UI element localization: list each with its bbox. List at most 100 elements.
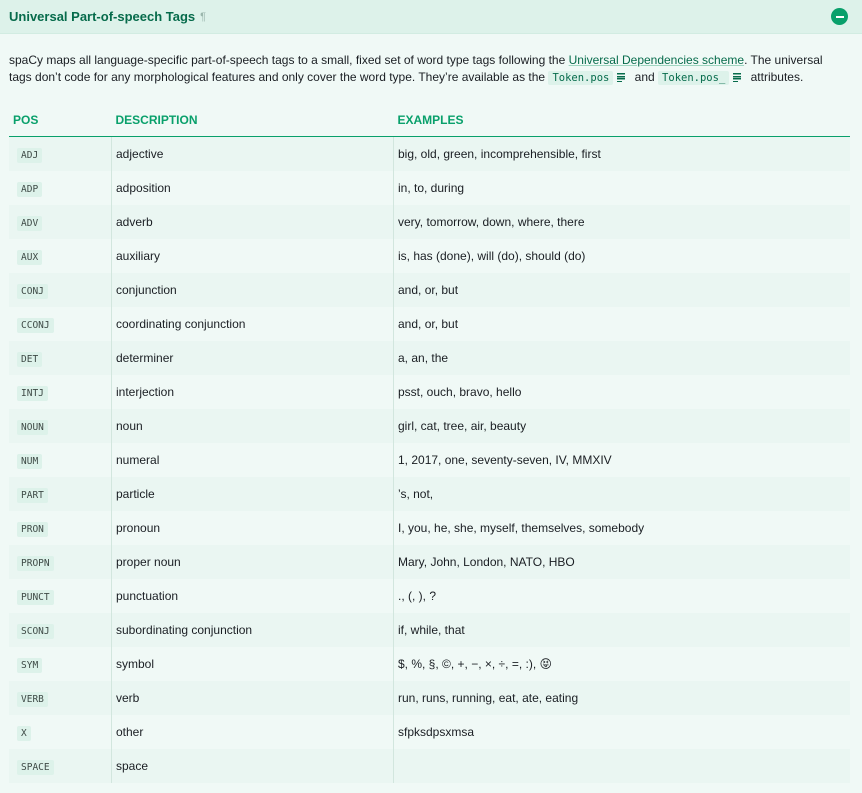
- examples-cell: girl, cat, tree, air, beauty: [398, 418, 527, 433]
- description-cell: space: [111, 748, 394, 783]
- col-header-pos: POS: [9, 103, 112, 137]
- pos-cell: NOUN: [9, 408, 112, 443]
- pos-tag: PUNCT: [17, 589, 54, 605]
- intro-paragraph: spaCy maps all language-specific part-of…: [9, 52, 839, 87]
- pos-cell: PUNCT: [9, 578, 112, 613]
- examples-cell: psst, ouch, bravo, hello: [398, 384, 522, 399]
- pos-tag: CONJ: [17, 283, 48, 299]
- table-row: ADJ adjective big, old, green, incomprehen…: [9, 136, 850, 171]
- pos-tag: PART: [17, 487, 48, 503]
- table-row: PUNCT punctuation ., (, ), ?: [9, 578, 850, 613]
- minus-icon: [835, 15, 844, 18]
- description-cell: subordinating conjunction: [111, 612, 394, 647]
- pos-tag: CCONJ: [17, 317, 54, 333]
- pos-tag: ADJ: [17, 147, 43, 163]
- doc-icon[interactable]: [733, 73, 742, 83]
- pos-tag: ADV: [17, 215, 43, 231]
- pos-cell: VERB: [9, 680, 112, 715]
- pos-cell: NUM: [9, 442, 112, 477]
- pos-tag: SYM: [17, 657, 43, 673]
- table-row: SPACE space: [9, 748, 851, 783]
- description-cell: auxiliary: [111, 238, 394, 273]
- description-cell: determiner: [111, 340, 394, 375]
- doc-icon[interactable]: [617, 73, 626, 83]
- pos-cell: SPACE: [9, 748, 112, 783]
- table-row: NUM numeral 1, 2017, one, seventy-seven, I…: [9, 442, 850, 477]
- pos-tag: X: [17, 725, 31, 741]
- description-cell: symbol: [111, 646, 394, 681]
- examples-cell: I, you, he, she, myself, themselves, som…: [398, 520, 645, 535]
- examples-cell: a, an, the: [398, 350, 449, 365]
- examples-cell: [394, 749, 851, 783]
- description-cell: proper noun: [111, 544, 394, 579]
- table-row: CONJ conjunction and, or, but: [9, 272, 850, 307]
- description-cell: adverb: [111, 204, 394, 239]
- table-row: INTJ interjection psst, ouch, bravo, hello: [9, 374, 850, 409]
- description-cell: noun: [111, 408, 394, 443]
- description-cell: adposition: [111, 170, 394, 205]
- token-pos-code[interactable]: Token.pos: [548, 71, 614, 85]
- pos-tag: SCONJ: [17, 623, 54, 639]
- pos-tag: NUM: [17, 453, 43, 469]
- description-cell: punctuation: [111, 578, 394, 613]
- examples-cell: is, has (done), will (do), should (do): [398, 248, 586, 263]
- description-cell: pronoun: [111, 510, 394, 545]
- examples-cell: big, old, green, incomprehensible, first: [398, 146, 601, 161]
- examples-cell: 1, 2017, one, seventy-seven, IV, MMXIV: [398, 452, 612, 467]
- table-row: VERB verb run, runs, running, eat, ate, ea…: [9, 680, 850, 715]
- table-row: SYM symbol $, %, §, ©, +, −, ×, ÷, =, :), …: [9, 646, 850, 681]
- pos-cell: CCONJ: [9, 306, 112, 341]
- table-row: PART particle ’s, not,: [9, 476, 850, 511]
- examples-cell: ., (, ), ?: [398, 588, 437, 603]
- examples-cell: run, runs, running, eat, ate, eating: [398, 690, 579, 705]
- description-cell: verb: [111, 680, 394, 715]
- ud-scheme-link[interactable]: Universal Dependencies scheme: [569, 53, 744, 67]
- pos-cell: PART: [9, 476, 112, 511]
- description-cell: coordinating conjunction: [111, 306, 394, 341]
- pos-tag: NOUN: [17, 419, 48, 435]
- pos-cell: SCONJ: [9, 612, 112, 647]
- token-pos-underscore-code[interactable]: Token.pos_: [658, 71, 730, 85]
- pos-cell: PRON: [9, 510, 112, 545]
- description-cell: adjective: [111, 136, 394, 171]
- examples-cell: Mary, John, London, NATO, HBO: [398, 554, 575, 569]
- pos-tag: PRON: [17, 521, 48, 537]
- description-cell: numeral: [111, 442, 394, 477]
- table-row: AUX auxiliary is, has (done), will (do), s…: [9, 238, 850, 273]
- table-row: ADV adverb very, tomorrow, down, where, th…: [9, 204, 850, 239]
- table-row: PROPN proper noun Mary, John, London, NATO…: [9, 544, 850, 579]
- pos-cell: INTJ: [9, 374, 112, 409]
- col-header-examples: EXAMPLES: [393, 103, 850, 137]
- examples-cell: and, or, but: [398, 316, 459, 331]
- pos-tag: ADP: [17, 181, 43, 197]
- table-row: ADP adposition in, to, during: [9, 170, 850, 205]
- table-row: NOUN noun girl, cat, tree, air, beauty: [9, 408, 850, 443]
- table-row: PRON pronoun I, you, he, she, myself, them…: [9, 510, 850, 545]
- pos-tag: INTJ: [17, 385, 48, 401]
- intro-text: attributes.: [747, 70, 804, 84]
- table-row: SCONJ subordinating conjunction if, while,…: [9, 612, 850, 647]
- examples-cell: in, to, during: [398, 180, 465, 195]
- examples-cell: if, while, that: [398, 622, 465, 637]
- section-header: Universal Part-of-speech Tags ¶: [0, 0, 862, 34]
- intro-text: and: [631, 70, 659, 84]
- pos-cell: CONJ: [9, 272, 112, 307]
- pos-cell: PROPN: [9, 544, 112, 579]
- pos-cell: AUX: [9, 238, 112, 273]
- examples-cell: $, %, §, ©, +, −, ×, ÷, =, :), 😝: [398, 656, 552, 671]
- pos-cell: DET: [9, 340, 112, 375]
- table-row: Xother sfpksdpsxmsa: [9, 714, 850, 749]
- permalink-icon[interactable]: ¶: [200, 11, 206, 23]
- examples-cell: and, or, but: [398, 282, 459, 297]
- description-cell: other: [111, 714, 394, 749]
- examples-cell: very, tomorrow, down, where, there: [398, 214, 585, 229]
- pos-cell: X: [9, 714, 112, 749]
- section-title: Universal Part-of-speech Tags: [9, 9, 196, 24]
- table-header-row: POS DESCRIPTION EXAMPLES: [9, 103, 850, 137]
- pos-tag: VERB: [17, 691, 48, 707]
- pos-cell: ADJ: [9, 136, 112, 171]
- examples-cell: ’s, not,: [398, 486, 434, 501]
- pos-table: POS DESCRIPTION EXAMPLES ADJ adjective big…: [9, 103, 850, 783]
- collapse-button[interactable]: [831, 8, 848, 25]
- pos-tag: SPACE: [17, 759, 54, 775]
